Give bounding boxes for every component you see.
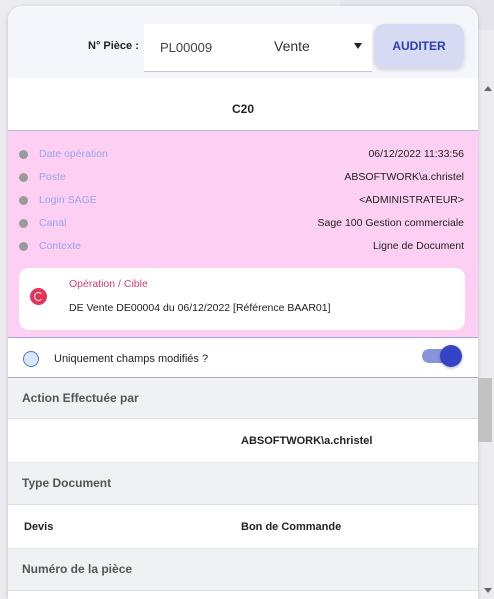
info-row-poste: Poste ABSOFTWORK\a.christel — [8, 170, 478, 188]
filter-radio[interactable] — [23, 351, 39, 367]
scroll-down-arrow[interactable] — [484, 588, 492, 593]
filter-label: Uniquement champs modifiés ? — [54, 353, 209, 365]
info-row-contexte: Contexte Ligne de Document — [8, 239, 478, 257]
dot-icon — [19, 173, 28, 182]
info-value: Sage 100 Gestion commerciale — [317, 217, 465, 229]
info-label: Canal — [39, 217, 67, 229]
piece-label: N° Pièce : — [88, 40, 139, 52]
section-header-type: Type Document — [8, 463, 478, 505]
audit-header: N° Pièce : PL00009 Vente AUDITER — [8, 6, 478, 78]
action-user-value: ABSOFTWORK\a.christel — [241, 435, 373, 447]
chevron-down-icon[interactable] — [354, 43, 362, 49]
refresh-target-icon — [30, 288, 47, 305]
audit-panel: N° Pièce : PL00009 Vente AUDITER C20 Dat… — [8, 6, 478, 599]
dot-icon — [19, 196, 28, 205]
new-value: Bon de Commande — [241, 521, 342, 533]
info-label: Contexte — [39, 240, 82, 252]
piece-select[interactable]: PL00009 Vente — [144, 24, 372, 72]
toggle-knob[interactable] — [440, 345, 462, 367]
dot-icon — [19, 219, 28, 228]
operation-info-block: Date opération 06/12/2022 11:33:56 Poste… — [8, 130, 478, 338]
table-row: ABSOFTWORK\a.christel — [8, 419, 478, 463]
info-row-date: Date opération 06/12/2022 11:33:56 — [8, 147, 478, 165]
old-value: Devis — [24, 521, 54, 533]
info-value: ABSOFTWORK\a.christel — [344, 171, 464, 183]
modified-fields-filter: Uniquement champs modifiés ? — [8, 339, 478, 377]
operation-card: Opération / Cible DE Vente DE00004 du 06… — [19, 268, 465, 330]
table-row: Devis Bon de Commande — [8, 505, 478, 549]
info-label: Date opération — [39, 148, 108, 160]
document-type-value: Vente — [274, 38, 310, 54]
info-label: Poste — [39, 171, 66, 183]
info-label: Login SAGE — [39, 194, 97, 206]
operation-title: Opération / Cible — [69, 278, 148, 290]
info-row-login: Login SAGE <ADMINISTRATEUR> — [8, 193, 478, 211]
info-value: <ADMINISTRATEUR> — [359, 194, 464, 206]
scrollbar-thumb[interactable] — [478, 378, 492, 442]
operation-description: DE Vente DE00004 du 06/12/2022 [Référenc… — [69, 302, 331, 314]
dot-icon — [19, 150, 28, 159]
piece-number-value: PL00009 — [160, 40, 213, 55]
section-header-numero: Numéro de la pièce — [8, 549, 478, 591]
document-code: C20 — [231, 102, 254, 116]
dot-icon — [19, 242, 28, 251]
info-value: 06/12/2022 11:33:56 — [368, 148, 464, 160]
app-window: N° Pièce : PL00009 Vente AUDITER C20 Dat… — [0, 0, 494, 599]
audit-content[interactable]: C20 Date opération 06/12/2022 11:33:56 P… — [8, 78, 478, 599]
scroll-up-arrow[interactable] — [484, 86, 492, 91]
section-header-action: Action Effectuée par — [8, 377, 478, 419]
info-value: Ligne de Document — [372, 240, 464, 252]
info-row-canal: Canal Sage 100 Gestion commerciale — [8, 216, 478, 234]
audit-button[interactable]: AUDITER — [374, 24, 464, 68]
